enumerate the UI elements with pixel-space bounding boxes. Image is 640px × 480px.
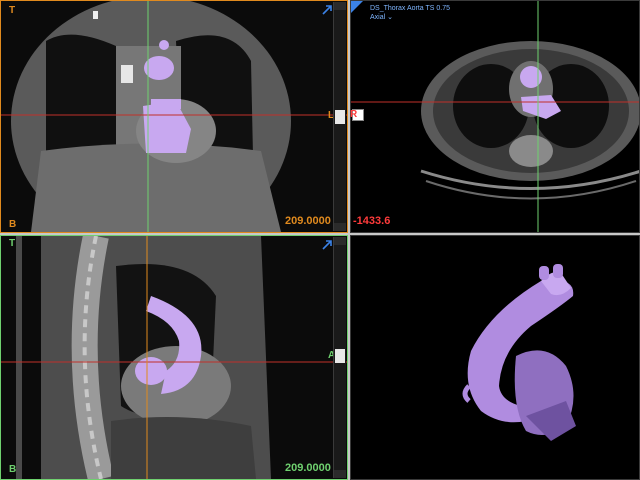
sagittal-image	[1, 236, 347, 479]
hu-readout: -1433.6	[353, 215, 391, 227]
series-corner-marker	[351, 1, 363, 13]
orientation-bottom-label: B	[9, 464, 17, 475]
maximize-icon[interactable]	[321, 239, 333, 251]
scroll-thumb[interactable]	[335, 349, 345, 363]
segmentation-region	[520, 66, 542, 88]
layout-divider-vertical[interactable]	[348, 0, 350, 480]
scroll-down-arrow[interactable]	[334, 470, 346, 478]
window-level-readout: 209.0000	[285, 462, 331, 474]
aorta-3d-render	[351, 236, 639, 479]
axial-viewport[interactable]: -1433.6	[350, 0, 640, 233]
orientation-top-label: T	[9, 238, 16, 249]
coronal-scrollbar[interactable]	[333, 2, 346, 231]
scroll-up-arrow[interactable]	[334, 237, 346, 245]
orientation-bottom-label: B	[9, 219, 17, 230]
scroll-down-arrow[interactable]	[334, 223, 346, 231]
series-title: DS_Thorax Aorta TS 0.75	[370, 5, 451, 12]
sagittal-scrollbar[interactable]	[333, 237, 346, 478]
sagittal-viewport[interactable]: T B A 209.0000	[0, 235, 348, 480]
volume-3d-viewport[interactable]	[350, 235, 640, 480]
scroll-up-arrow[interactable]	[334, 2, 346, 10]
plane-selector-label: Axial	[370, 14, 386, 21]
chevron-down-icon: ⌄	[387, 14, 394, 21]
plane-selector[interactable]: Axial ⌄	[370, 13, 393, 21]
orientation-top-label: T	[9, 5, 16, 16]
axial-image	[351, 1, 639, 232]
maximize-icon[interactable]	[321, 4, 333, 16]
window-level-readout: 209.0000	[285, 215, 331, 227]
coronal-image	[1, 1, 347, 232]
orientation-right-label: R	[350, 109, 358, 120]
coronal-viewport[interactable]: T B L 209.0000	[0, 0, 348, 233]
scroll-thumb[interactable]	[335, 110, 345, 124]
layout-divider-horizontal[interactable]	[0, 233, 640, 235]
